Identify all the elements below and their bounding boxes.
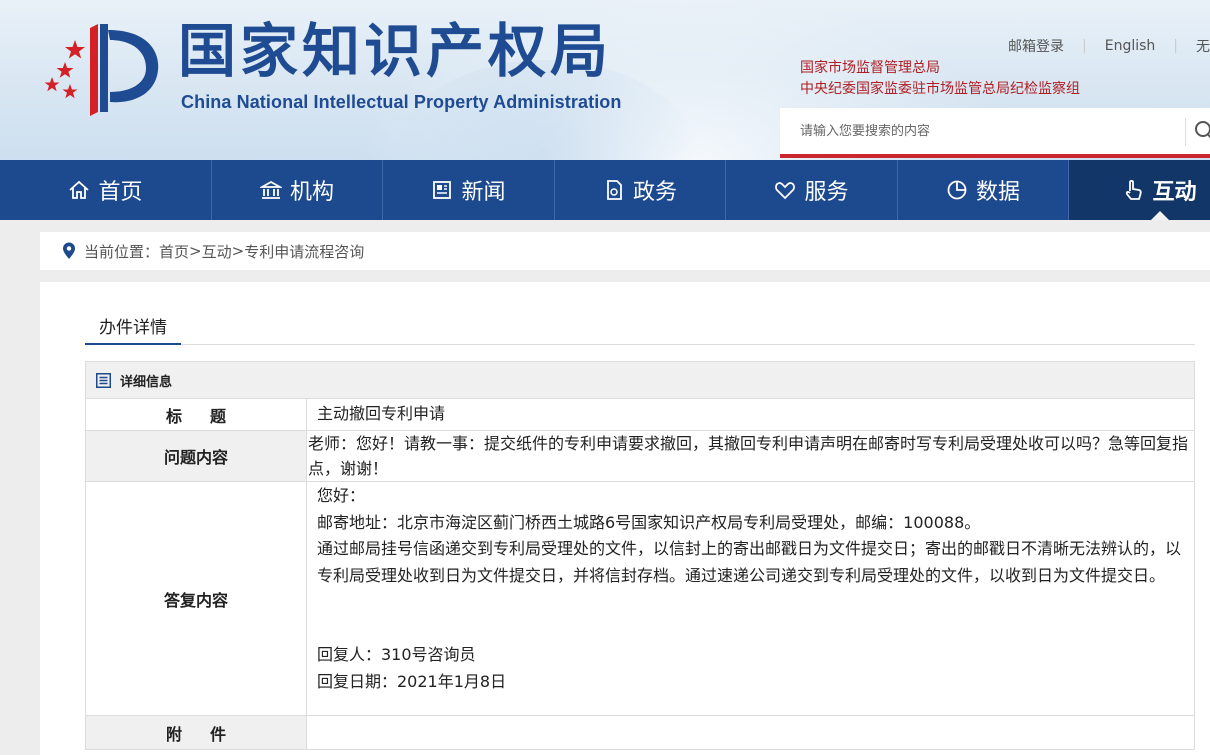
answer-line: 回复日期：2021年1月8日 [317,671,507,691]
breadcrumb-home[interactable]: 首页 [159,241,189,262]
newspaper-icon [433,181,452,199]
site-header: 国家知识产权局 China National Intellectual Prop… [0,0,1210,160]
top-links: 邮箱登录 | English | 无 [1008,36,1210,56]
answer-line: 通过邮局挂号信函递交到专利局受理处的文件，以信封上的寄出邮戳日为文件提交日；寄出… [317,539,1182,585]
affiliation-discipline-group[interactable]: 中央纪委国家监委驻市场监管总局纪检监察组 [800,79,1080,100]
tab-case-details: 办件详情 [85,312,181,345]
table-row: 标题 主动撤回专利申请 [86,399,1194,431]
english-link[interactable]: English [1105,38,1156,54]
breadcrumb-interaction[interactable]: 互动 [202,241,232,262]
nav-item-label: 机构 [289,180,334,205]
detail-header: 详细信息 [86,362,1194,399]
mail-login-link[interactable]: 邮箱登录 [1008,36,1064,56]
row-value-title: 主动撤回专利申请 [317,404,446,423]
answer-line [317,616,1184,643]
table-row: 答复内容 您好： 邮寄地址：北京市海淀区蓟门桥西土城路6号国家知识产权局专利局受… [86,482,1194,716]
row-value-attachment [307,716,1194,749]
document-icon [607,180,622,200]
detail-table: 详细信息 标题 主动撤回专利申请 问题内容 老师：您好！请教一事：提交纸件的专利… [85,361,1195,750]
cnipa-emblem-icon[interactable] [38,22,163,117]
section-title: 详细信息 [120,374,173,390]
breadcrumb: 当前位置： 首页 > 互动 > 专利申请流程咨询 [40,232,1210,270]
nav-item-institution[interactable]: 机构 [212,160,383,220]
link-divider: | [1173,38,1178,54]
row-label-title: 标题 [86,399,307,430]
affiliations: 国家市场监督管理总局 中央纪委国家监委驻市场监管总局纪检监察组 [800,58,1080,100]
heart-hand-icon [775,182,796,200]
nav-item-label: 新闻 [461,180,506,205]
table-row: 问题内容 老师：您好！请教一事：提交纸件的专利申请要求撤回，其撤回专利申请声明在… [86,431,1194,482]
breadcrumb-sep: > [231,242,245,260]
answer-line: 回复人：310号咨询员 [317,645,476,664]
answer-line: 邮寄地址：北京市海淀区蓟门桥西土城路6号国家知识产权局专利局受理处，邮编：100… [317,512,981,532]
nav-item-label: 政务 [632,180,677,205]
nav-item-label: 服务 [804,180,849,205]
nav-item-interaction[interactable]: 互动 [1069,160,1210,220]
location-pin-icon [63,242,75,259]
site-title-en: China National Intellectual Property Adm… [181,92,622,112]
affiliation-samr[interactable]: 国家市场监督管理总局 [800,58,1080,79]
answer-line: 您好： [317,486,366,505]
table-row: 附件 [86,716,1194,749]
search-divider [1185,118,1186,146]
breadcrumb-sep: > [189,242,202,260]
search-box [780,108,1210,158]
breadcrumb-current[interactable]: 专利申请流程咨询 [244,241,364,262]
row-value-question: 老师：您好！请教一事：提交纸件的专利申请要求撤回，其撤回专利申请声明在邮寄时写专… [308,434,1189,478]
breadcrumb-prefix: 当前位置： [84,242,160,261]
nav-item-service[interactable]: 服务 [726,160,898,220]
nav-item-news[interactable]: 新闻 [383,160,555,220]
pie-chart-icon [947,180,967,200]
pointer-hand-icon [1126,179,1143,200]
institution-icon [259,180,282,199]
nav-item-home[interactable]: 首页 [0,160,212,220]
row-label-answer: 答复内容 [86,482,307,715]
search-input[interactable] [780,108,1185,154]
nav-item-government[interactable]: 政务 [555,160,726,220]
tab-bar: 办件详情 [85,312,1195,345]
row-label-question: 问题内容 [86,431,307,481]
main-nav: 首页 机构 新闻 政务 服务 数据 互动 [0,160,1210,220]
nav-item-data[interactable]: 数据 [898,160,1069,220]
link-divider: | [1082,38,1087,54]
answer-line [317,589,1184,616]
site-title-cn: 国家知识产权局 [178,17,613,85]
accessibility-link[interactable]: 无 [1196,36,1210,56]
row-label-attachment: 附件 [86,716,307,749]
nav-item-label: 首页 [98,180,143,205]
list-icon [96,372,111,388]
row-value-answer: 您好： 邮寄地址：北京市海淀区蓟门桥西土城路6号国家知识产权局专利局受理处，邮编… [307,482,1194,715]
nav-item-label: 数据 [975,180,1020,205]
nav-item-label: 互动 [1152,180,1197,205]
home-icon [69,180,90,199]
search-icon[interactable] [1194,120,1210,142]
content-panel: 办件详情 详细信息 标题 主动撤回专利申请 问题内容 老师：您好！请教一事：提交… [40,282,1210,755]
